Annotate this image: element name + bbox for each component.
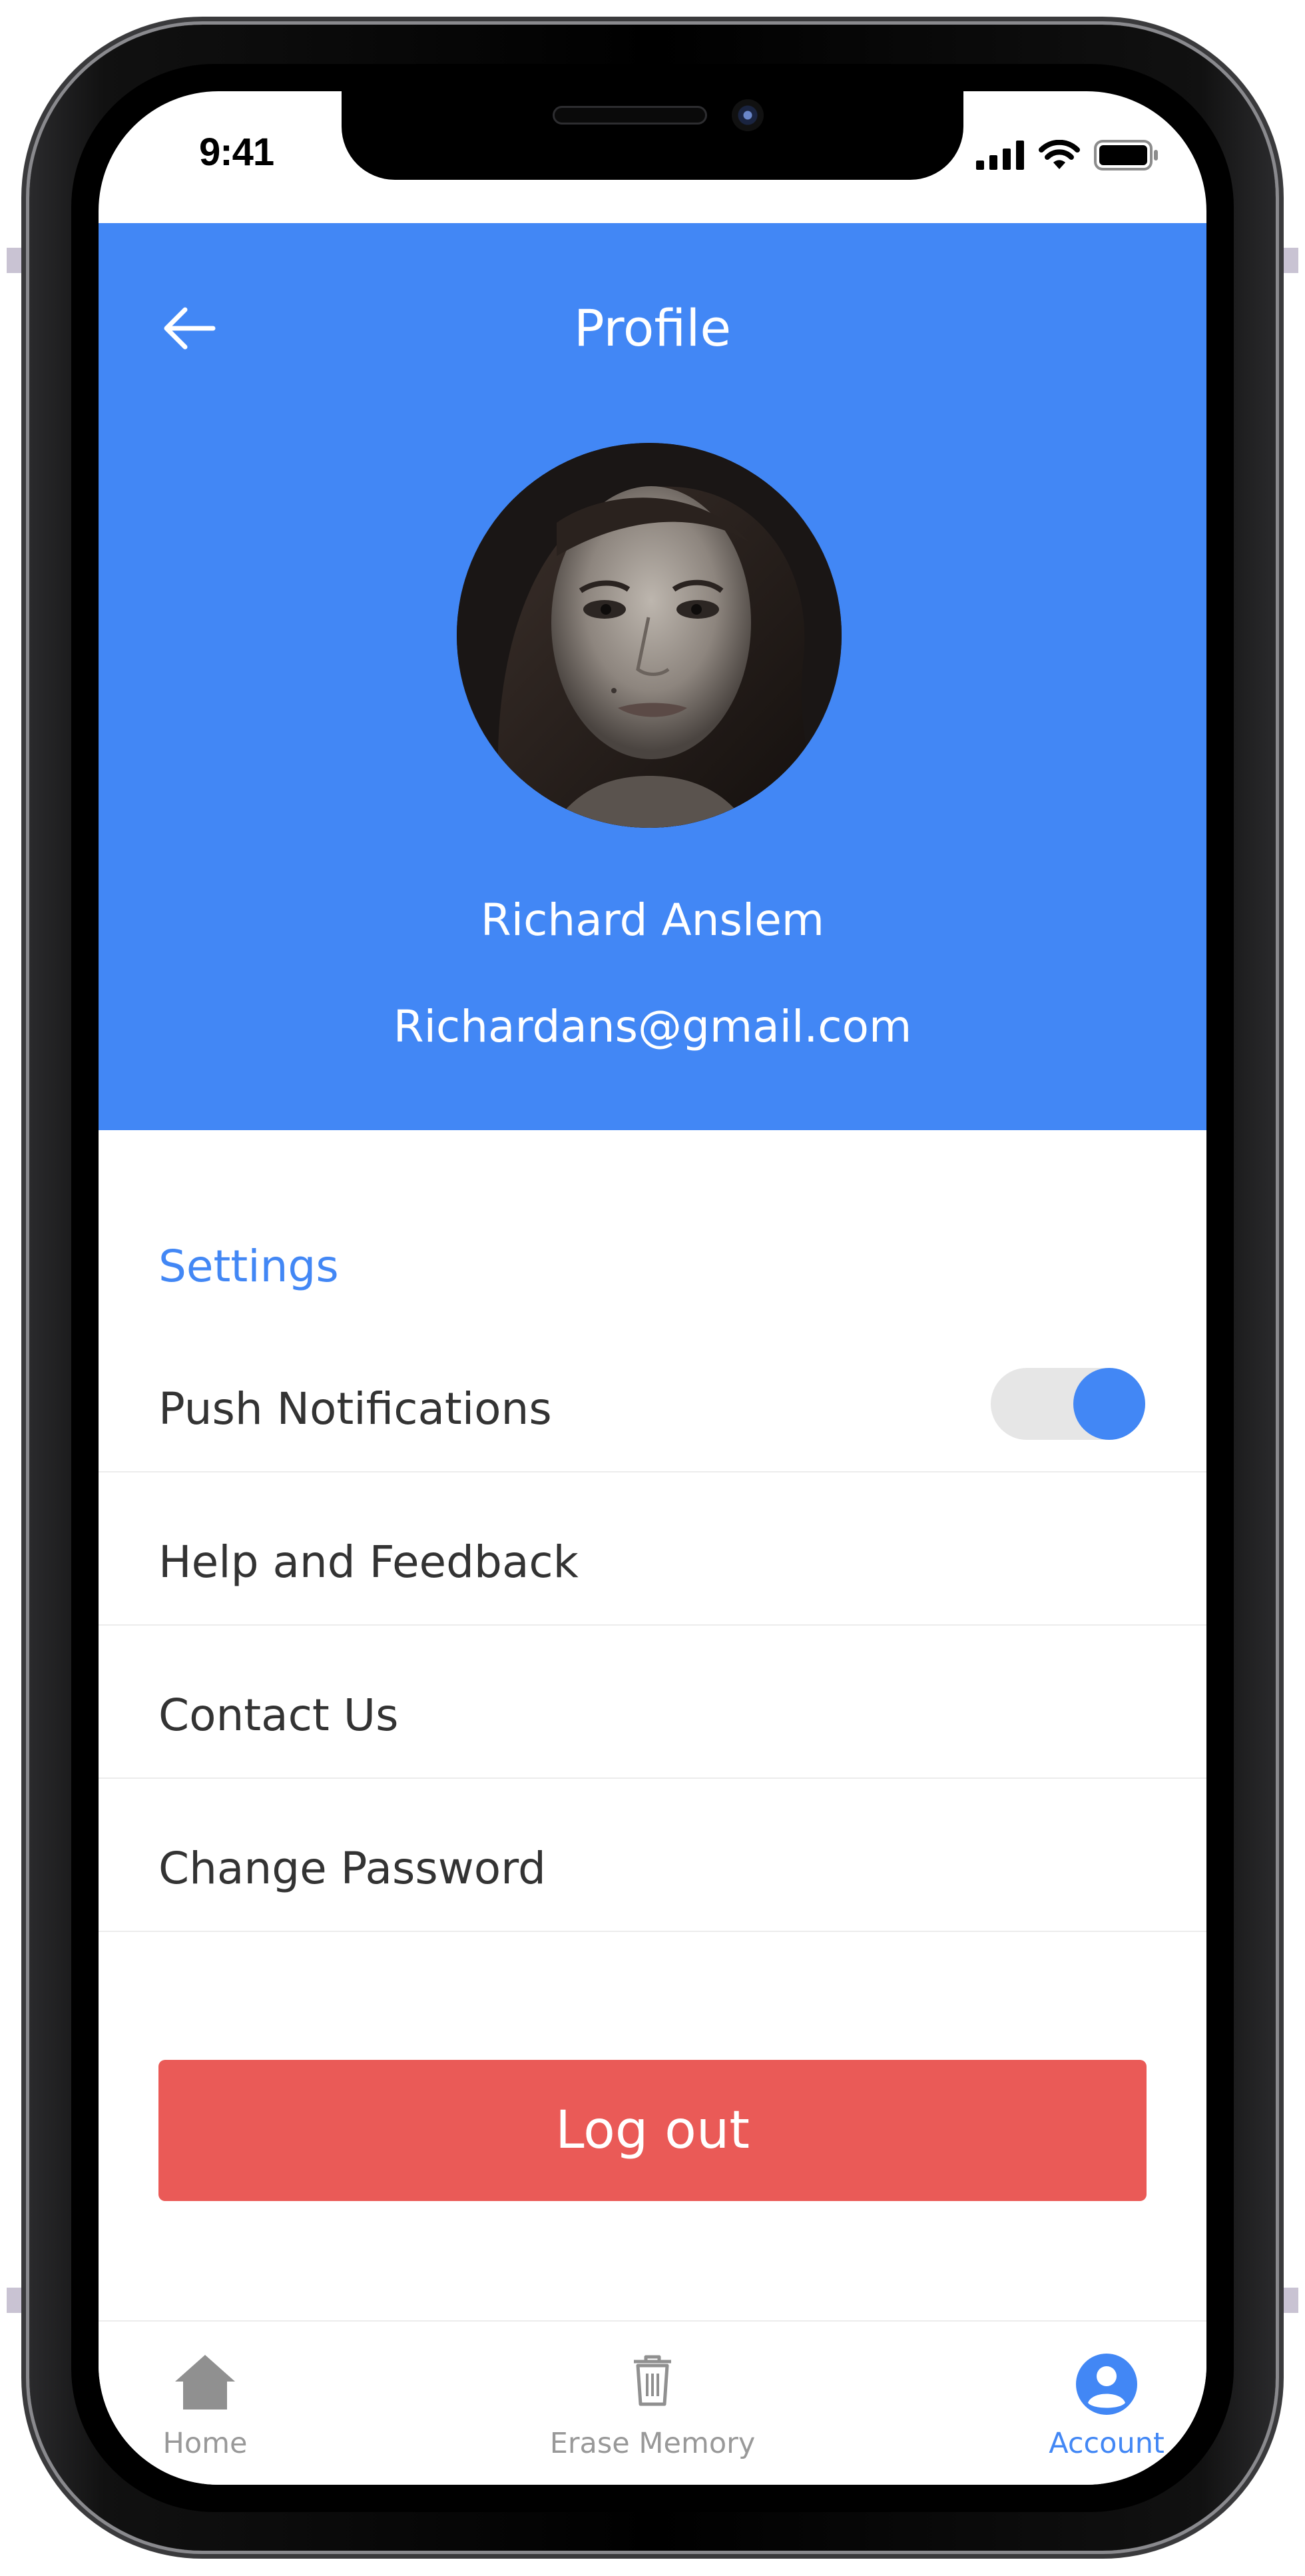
settings-item-label: Push Notifications <box>158 1383 552 1435</box>
toggle-knob <box>1073 1368 1145 1440</box>
settings-item-change-password[interactable]: Change Password <box>99 1779 1206 1932</box>
user-email: Richardans@gmail.com <box>393 1001 912 1052</box>
push-notifications-toggle[interactable] <box>991 1368 1145 1440</box>
wifi-icon <box>1039 140 1080 169</box>
settings-item-help-and-feedback[interactable]: Help and Feedback <box>99 1472 1206 1626</box>
settings-section-title: Settings <box>158 1241 339 1292</box>
home-icon <box>175 2355 235 2410</box>
tab-erase-memory[interactable]: Erase Memory <box>499 2322 806 2485</box>
phone-screen: 9:41 Profile Richard Anslem Richardans@g… <box>99 91 1206 2485</box>
profile-header: Profile Richard Anslem Richardans@gmail.… <box>99 223 1206 1130</box>
side-button-left-top <box>7 248 29 273</box>
notch <box>342 91 963 180</box>
tab-label: Home <box>162 2427 248 2460</box>
settings-item-push-notifications: Push Notifications <box>99 1319 1206 1472</box>
side-button-left-bottom <box>7 2288 29 2313</box>
speaker-grille <box>553 106 707 125</box>
settings-item-contact-us[interactable]: Contact Us <box>99 1626 1206 1779</box>
settings-item-label: Contact Us <box>158 1690 399 1741</box>
settings-item-label: Help and Feedback <box>158 1536 579 1588</box>
tab-label: Erase Memory <box>549 2427 756 2460</box>
status-time: 9:41 <box>199 131 274 174</box>
avatar[interactable] <box>457 443 842 828</box>
side-button-right-top <box>1276 248 1298 273</box>
front-camera <box>732 99 764 131</box>
page-title: Profile <box>573 298 732 358</box>
tab-account[interactable]: Account <box>1020 2322 1193 2485</box>
trash-icon <box>634 2355 671 2406</box>
logout-button[interactable]: Log out <box>158 2060 1147 2201</box>
account-icon <box>1076 2354 1137 2415</box>
user-name: Richard Anslem <box>480 894 825 946</box>
bottom-tab-bar: Home Erase Memory Account <box>99 2320 1206 2485</box>
tab-home[interactable]: Home <box>138 2322 272 2485</box>
settings-item-label: Change Password <box>158 1843 546 1894</box>
battery-icon <box>1094 140 1158 170</box>
side-button-right-bottom <box>1276 2288 1298 2313</box>
tab-label: Account <box>1049 2427 1165 2460</box>
avatar-portrait <box>457 443 842 828</box>
signal-icon <box>976 141 1024 170</box>
status-icons <box>976 139 1160 171</box>
